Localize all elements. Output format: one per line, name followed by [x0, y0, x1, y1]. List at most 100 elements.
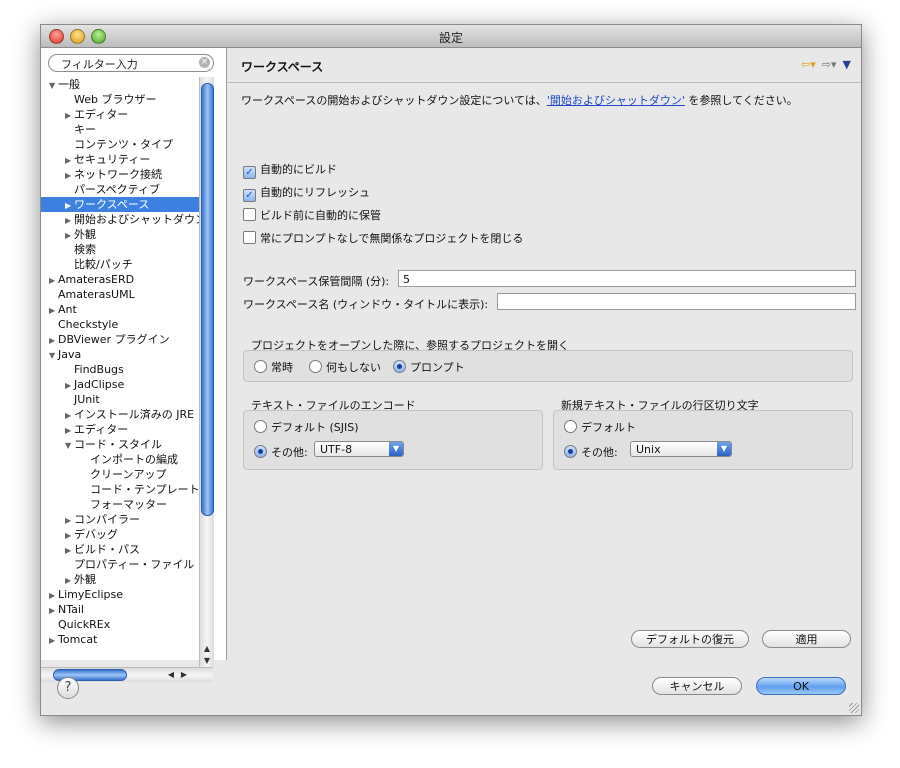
tree-item[interactable]: インポートの編成	[41, 452, 199, 467]
collapsed-triangle-icon[interactable]: ▶	[65, 528, 74, 543]
tree-item[interactable]: QuickREx	[41, 617, 199, 632]
tree-item[interactable]: ▶ エディター	[41, 107, 199, 122]
tree-item[interactable]: クリーンアップ	[41, 467, 199, 482]
collapsed-triangle-icon[interactable]: ▶	[49, 303, 58, 318]
expanded-triangle-icon[interactable]: ▼	[65, 438, 74, 453]
collapsed-triangle-icon[interactable]: ▶	[49, 633, 58, 647]
tree-item[interactable]: ▼ コード・スタイル	[41, 437, 199, 452]
tree-item[interactable]: ▶ ワークスペース	[41, 197, 199, 212]
tree-item[interactable]: ▶ Ant	[41, 302, 199, 317]
title-bar[interactable]: 設定	[41, 25, 861, 48]
tree-item[interactable]: コンテンツ・タイプ	[41, 137, 199, 152]
collapsed-triangle-icon[interactable]: ▶	[65, 228, 74, 243]
tree-item[interactable]: AmaterasUML	[41, 287, 199, 302]
tree-item[interactable]: ▶ ビルド・パス	[41, 542, 199, 557]
tree-item[interactable]: FindBugs	[41, 362, 199, 377]
tree-item[interactable]: ▶ 外観	[41, 572, 199, 587]
tree-item[interactable]: ▶ LimyEclipse	[41, 587, 199, 602]
collapsed-triangle-icon[interactable]: ▶	[65, 378, 74, 393]
radio-selected-icon[interactable]	[393, 360, 406, 373]
scroll-right-icon[interactable]: ▶	[178, 669, 190, 681]
tree-item[interactable]: ▶ NTail	[41, 602, 199, 617]
clear-icon[interactable]: ×	[199, 57, 210, 68]
ok-button[interactable]: OK	[756, 677, 846, 695]
forward-arrow-icon[interactable]: ⇨▾	[822, 58, 837, 71]
collapsed-triangle-icon[interactable]: ▶	[49, 273, 58, 288]
tree-item[interactable]: 比較/パッチ	[41, 257, 199, 272]
scroll-up-icon[interactable]: ▲	[200, 643, 214, 655]
radio-icon[interactable]	[254, 420, 267, 433]
restore-defaults-button[interactable]: デフォルトの復元	[631, 630, 749, 648]
checkbox-icon[interactable]	[243, 231, 256, 244]
save-interval-input[interactable]: 5	[398, 270, 856, 287]
collapsed-triangle-icon[interactable]: ▶	[65, 168, 74, 183]
tree-item[interactable]: フォーマッター	[41, 497, 199, 512]
refresh-automatically-checkbox[interactable]: ✓ 自動的にリフレッシュ	[243, 184, 370, 202]
help-icon[interactable]: ?	[57, 677, 79, 699]
checkbox-checked-icon[interactable]: ✓	[243, 166, 256, 179]
checkbox-icon[interactable]	[243, 208, 256, 221]
apply-button[interactable]: 適用	[762, 630, 851, 648]
tree-item[interactable]: ▶ コンパイラー	[41, 512, 199, 527]
radio-never[interactable]: 何もしない	[309, 359, 381, 375]
collapsed-triangle-icon[interactable]: ▶	[49, 333, 58, 348]
radio-selected-icon[interactable]	[254, 445, 267, 458]
collapsed-triangle-icon[interactable]: ▶	[65, 543, 74, 558]
scroll-down-icon[interactable]: ▼	[200, 655, 214, 667]
collapsed-triangle-icon[interactable]: ▶	[65, 513, 74, 528]
radio-icon[interactable]	[564, 420, 577, 433]
view-menu-icon[interactable]: ▼	[843, 58, 851, 71]
encoding-select[interactable]: UTF-8 ▼	[314, 441, 404, 457]
radio-prompt[interactable]: プロンプト	[393, 359, 465, 375]
tree-item[interactable]: パースペクティブ	[41, 182, 199, 197]
build-automatically-checkbox[interactable]: ✓ 自動的にビルド	[243, 161, 337, 179]
radio-encoding-default[interactable]: デフォルト (SJIS)	[254, 419, 359, 435]
tree-item[interactable]: ▶ Tomcat	[41, 632, 199, 647]
tree-item[interactable]: ▶ エディター	[41, 422, 199, 437]
radio-delim-default[interactable]: デフォルト	[564, 419, 636, 435]
close-unrelated-projects-checkbox[interactable]: 常にプロンプトなしで無関係なプロジェクトを閉じる	[243, 230, 523, 246]
tree-item[interactable]: ▶ DBViewer プラグイン	[41, 332, 199, 347]
collapsed-triangle-icon[interactable]: ▶	[65, 573, 74, 588]
tree-vertical-scrollbar[interactable]: ▲ ▼	[199, 77, 214, 667]
cancel-button[interactable]: キャンセル	[652, 677, 742, 695]
tree-item[interactable]: 検索	[41, 242, 199, 257]
collapsed-triangle-icon[interactable]: ▶	[65, 213, 74, 228]
chevron-updown-icon[interactable]: ▼	[389, 442, 403, 456]
collapsed-triangle-icon[interactable]: ▶	[49, 588, 58, 603]
radio-icon[interactable]	[254, 360, 267, 373]
scroll-left-icon[interactable]: ◀	[165, 669, 177, 681]
filter-input[interactable]: フィルター入力 ×	[48, 54, 214, 72]
tree-item[interactable]: JUnit	[41, 392, 199, 407]
tree-item[interactable]: ▼ 一般	[41, 77, 199, 92]
tree-item[interactable]: コード・テンプレート	[41, 482, 199, 497]
expanded-triangle-icon[interactable]: ▼	[49, 348, 58, 363]
tree-item[interactable]: ▶ ネットワーク接続	[41, 167, 199, 182]
radio-always[interactable]: 常時	[254, 359, 293, 375]
tree-item[interactable]: Web ブラウザー	[41, 92, 199, 107]
expanded-triangle-icon[interactable]: ▼	[49, 78, 58, 93]
tree-item[interactable]: ▶ JadClipse	[41, 377, 199, 392]
collapsed-triangle-icon[interactable]: ▶	[65, 153, 74, 168]
radio-selected-icon[interactable]	[564, 445, 577, 458]
tree-item[interactable]: ▶ デバッグ	[41, 527, 199, 542]
workspace-name-input[interactable]	[497, 293, 856, 310]
tree-item[interactable]: ▶ セキュリティー	[41, 152, 199, 167]
tree-item[interactable]: Checkstyle	[41, 317, 199, 332]
resize-grip-icon[interactable]	[849, 703, 859, 713]
chevron-updown-icon[interactable]: ▼	[717, 442, 731, 456]
radio-icon[interactable]	[309, 360, 322, 373]
collapsed-triangle-icon[interactable]: ▶	[65, 408, 74, 423]
tree-item[interactable]: ▼ Java	[41, 347, 199, 362]
collapsed-triangle-icon[interactable]: ▶	[65, 198, 74, 213]
line-delimiter-select[interactable]: Unix ▼	[630, 441, 732, 457]
startup-shutdown-link[interactable]: '開始およびシャットダウン'	[547, 94, 685, 107]
tree-item[interactable]: ▶ インストール済みの JRE	[41, 407, 199, 422]
tree-item[interactable]: プロパティー・ファイル	[41, 557, 199, 572]
save-before-build-checkbox[interactable]: ビルド前に自動的に保管	[243, 207, 381, 223]
scroll-thumb[interactable]	[201, 83, 214, 516]
checkbox-checked-icon[interactable]: ✓	[243, 189, 256, 202]
tree-item[interactable]: ▶ 開始およびシャットダウン	[41, 212, 199, 227]
tree-item[interactable]: ▶ 外観	[41, 227, 199, 242]
tree-item[interactable]: キー	[41, 122, 199, 137]
